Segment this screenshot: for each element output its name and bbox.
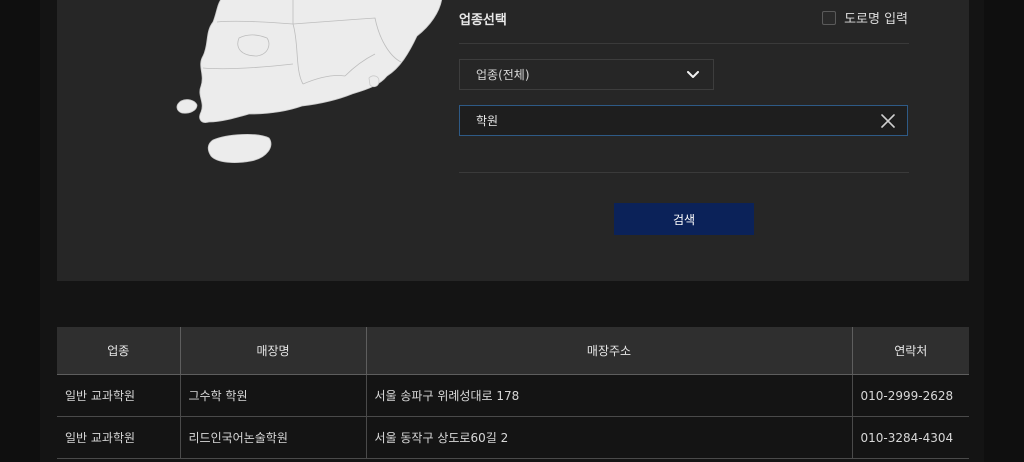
keyword-input[interactable] xyxy=(476,113,879,128)
cell-address: 서울 송파구 위례성대로 178 xyxy=(366,374,853,417)
keyword-field[interactable] xyxy=(459,105,908,136)
search-form: 업종선택 도로명 입력 업종(전체) 검색 xyxy=(459,0,909,281)
category-select-value: 업종(전체) xyxy=(476,68,530,82)
column-header-address: 매장주소 xyxy=(366,327,853,375)
search-panel: 업종선택 도로명 입력 업종(전체) 검색 xyxy=(57,0,969,281)
cell-phone: 010-2999-2628 xyxy=(852,374,969,417)
column-header-store: 매장명 xyxy=(180,327,367,375)
map-island-east xyxy=(368,75,380,88)
table-row[interactable]: 일반 교과학원 그수학 학원 서울 송파구 위례성대로 178 010-2999… xyxy=(57,374,969,417)
results-table: 업종 매장명 매장주소 연락처 일반 교과학원 그수학 학원 서울 송파구 위례… xyxy=(57,327,969,459)
right-margin xyxy=(984,0,1024,462)
form-bottom-divider xyxy=(459,172,909,173)
cell-store: 그수학 학원 xyxy=(180,374,367,417)
section-divider xyxy=(459,43,909,44)
table-header-row: 업종 매장명 매장주소 연락처 xyxy=(57,327,969,375)
search-button[interactable]: 검색 xyxy=(614,203,754,235)
category-section-title: 업종선택 xyxy=(459,13,507,28)
cell-phone: 010-3284-4304 xyxy=(852,416,969,459)
cell-address: 서울 동작구 상도로60길 2 xyxy=(366,416,853,459)
map-island-jeju xyxy=(207,134,272,163)
left-margin xyxy=(0,0,40,462)
korea-map xyxy=(176,0,442,163)
column-header-category: 업종 xyxy=(57,327,181,375)
road-name-toggle[interactable]: 도로명 입력 xyxy=(822,8,908,27)
column-header-phone: 연락처 xyxy=(852,327,969,375)
road-name-label: 도로명 입력 xyxy=(844,12,908,27)
map-island-small xyxy=(176,99,198,114)
cell-store: 리드인국어논술학원 xyxy=(180,416,367,459)
close-icon[interactable] xyxy=(879,112,897,130)
cell-category: 일반 교과학원 xyxy=(57,416,181,459)
cell-category: 일반 교과학원 xyxy=(57,374,181,417)
road-name-checkbox[interactable] xyxy=(822,10,837,25)
map-region-mainland xyxy=(199,0,442,123)
category-select[interactable]: 업종(전체) xyxy=(459,59,714,90)
chevron-down-icon xyxy=(687,70,699,79)
table-row[interactable]: 일반 교과학원 리드인국어논술학원 서울 동작구 상도로60길 2 010-32… xyxy=(57,416,969,459)
